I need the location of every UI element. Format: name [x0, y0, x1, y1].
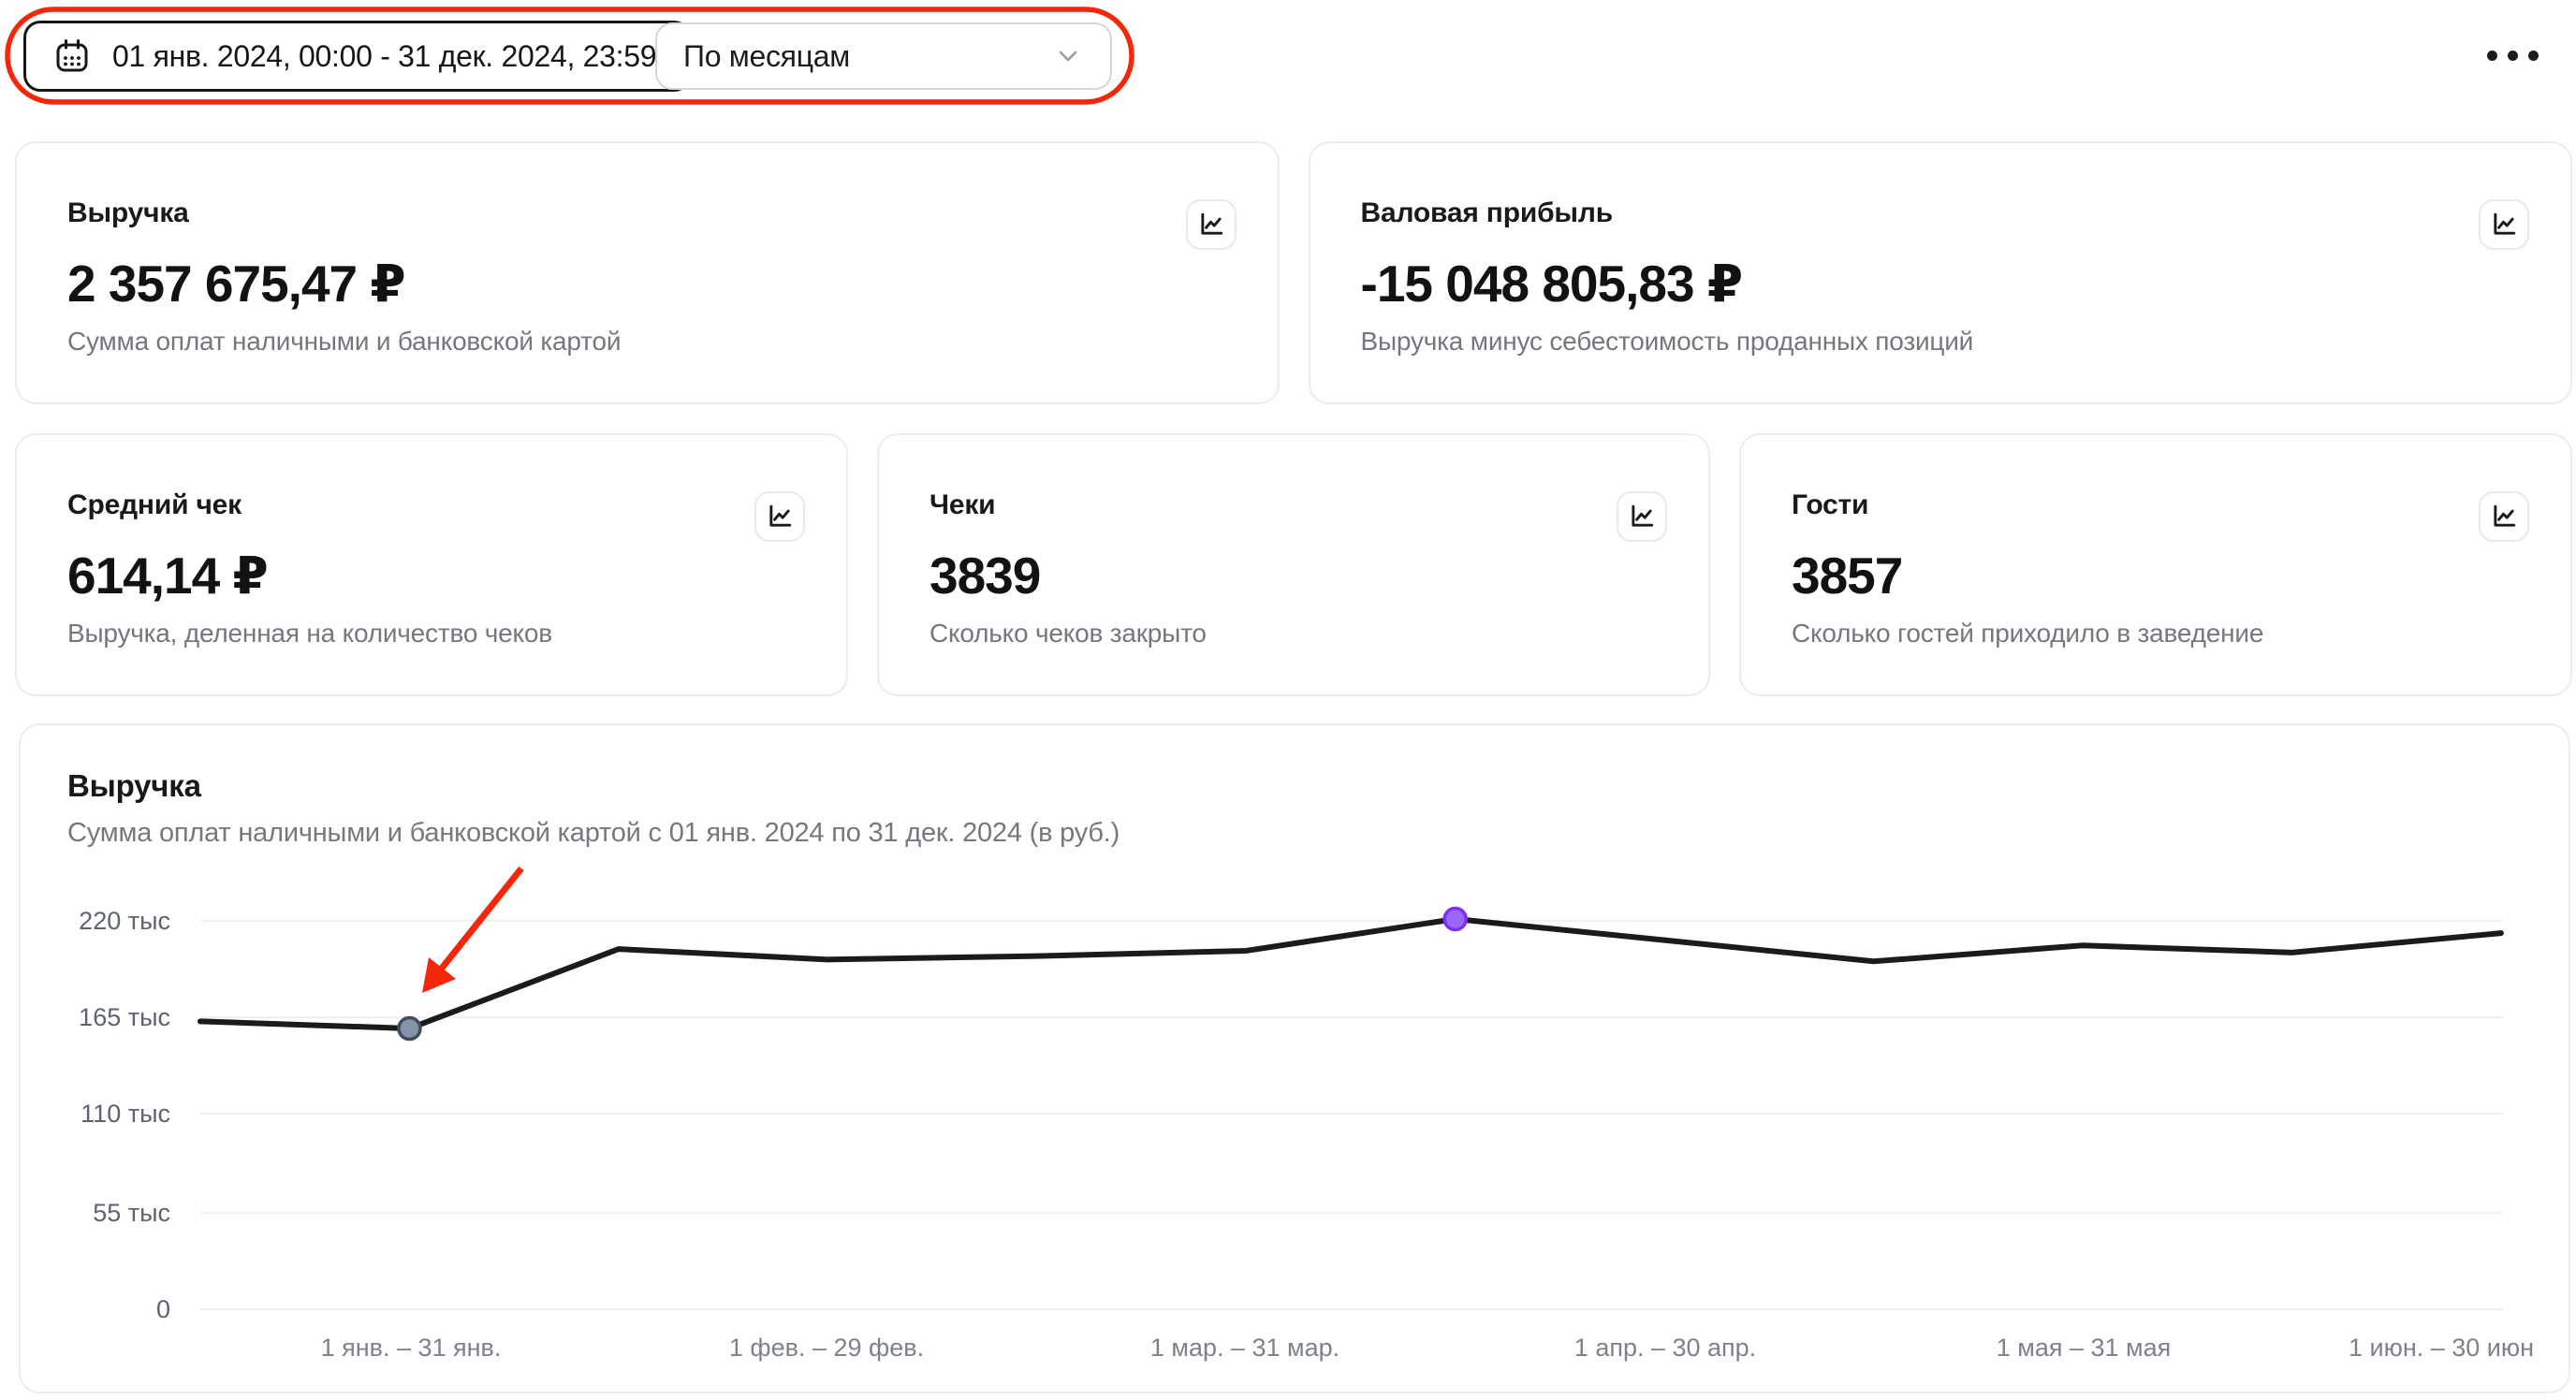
granularity-label: По месяцам [683, 39, 850, 74]
revenue-chart-card: Выручка Сумма оплат наличными и банковск… [19, 723, 2570, 1393]
card-revenue: Выручка 2 357 675,47 ₽ Сумма оплат налич… [15, 141, 1280, 404]
card-gross-profit: Валовая прибыль -15 048 805,83 ₽ Выручка… [1309, 141, 2573, 404]
card-description: Сколько чеков закрыто [929, 619, 1663, 649]
open-chart-button[interactable] [2479, 491, 2529, 542]
more-menu-button[interactable] [2469, 28, 2555, 82]
gridline [200, 1113, 2503, 1115]
open-chart-button[interactable] [1617, 491, 1667, 542]
card-receipts: Чеки 3839 Сколько чеков закрыто [877, 433, 1710, 696]
metrics-row-2: Средний чек 614,14 ₽ Выручка, деленная н… [15, 433, 2572, 696]
y-axis-label: 0 [21, 1294, 170, 1324]
x-axis-label: 1 фев. – 29 фев. [658, 1332, 995, 1364]
date-range-picker[interactable]: 01 янв. 2024, 00:00 - 31 дек. 2024, 23:5… [23, 21, 691, 92]
card-guests: Гости 3857 Сколько гостей приходило в за… [1739, 433, 2572, 696]
ellipsis-icon [2487, 51, 2497, 61]
card-value: 3857 [1792, 546, 2525, 605]
chevron-down-icon [1052, 40, 1084, 72]
y-axis-label: 165 тыс [21, 1002, 170, 1032]
gridline [200, 1016, 2503, 1018]
card-title: Средний чек [67, 489, 801, 521]
x-axis-label: 1 мар. – 31 мар. [1076, 1332, 1413, 1364]
granularity-select[interactable]: По месяцам [655, 22, 1112, 90]
y-axis-label: 55 тыс [21, 1198, 170, 1228]
card-title: Валовая прибыль [1361, 197, 2526, 229]
card-value: -15 048 805,83 ₽ [1361, 254, 2526, 314]
card-description: Сколько гостей приходило в заведение [1792, 619, 2525, 649]
open-chart-button[interactable] [1186, 199, 1237, 250]
topbar: 01 янв. 2024, 00:00 - 31 дек. 2024, 23:5… [0, 0, 2576, 112]
gridline [200, 1308, 2503, 1310]
x-axis-label: 1 июн. – 30 июн [2273, 1332, 2576, 1364]
line-chart-icon [1198, 211, 1224, 238]
x-axis-label: 1 янв. – 31 янв. [242, 1332, 579, 1364]
card-value: 3839 [929, 546, 1663, 605]
open-chart-button[interactable] [2479, 199, 2529, 250]
chart-title: Выручка [67, 768, 2569, 804]
y-axis-label: 220 тыс [21, 906, 170, 936]
x-axis-label: 1 мая – 31 мая [1915, 1332, 2252, 1364]
chart-subtitle: Сумма оплат наличными и банковской карто… [67, 818, 2569, 849]
gridline [200, 1212, 2503, 1214]
date-range-label: 01 янв. 2024, 00:00 - 31 дек. 2024, 23:5… [112, 39, 656, 74]
line-chart-icon [2491, 503, 2517, 530]
calendar-icon [54, 38, 90, 74]
x-axis-label: 1 апр. – 30 апр. [1497, 1332, 1834, 1364]
gridline [200, 920, 2503, 922]
card-description: Сумма оплат наличными и банковской карто… [67, 327, 1233, 357]
line-chart-icon [2491, 211, 2517, 238]
card-description: Выручка минус себестоимость проданных по… [1361, 327, 2526, 357]
card-value: 2 357 675,47 ₽ [67, 254, 1233, 314]
line-chart-icon [1629, 503, 1655, 530]
card-title: Чеки [929, 489, 1663, 521]
metrics-row-1: Выручка 2 357 675,47 ₽ Сумма оплат налич… [15, 141, 2572, 404]
card-title: Гости [1792, 489, 2525, 521]
card-value: 614,14 ₽ [67, 546, 801, 605]
card-description: Выручка, деленная на количество чеков [67, 619, 801, 649]
card-average-check: Средний чек 614,14 ₽ Выручка, деленная н… [15, 433, 848, 696]
line-chart-icon [767, 503, 793, 530]
y-axis-label: 110 тыс [21, 1099, 170, 1129]
card-title: Выручка [67, 197, 1233, 229]
open-chart-button[interactable] [754, 491, 805, 542]
